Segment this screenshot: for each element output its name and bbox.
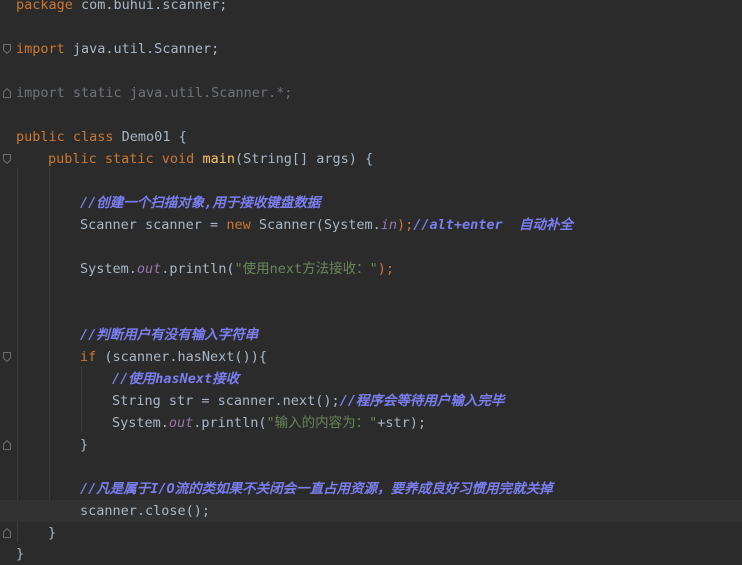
import-path: java.util.Scanner;	[64, 41, 220, 57]
code-editor[interactable]: package com.buhui.scanner; import java.u…	[0, 0, 742, 565]
package-name: com.buhui.scanner;	[72, 0, 228, 13]
main-method-name: main	[202, 151, 235, 167]
closing-brace: }	[80, 437, 89, 453]
code-line-class[interactable]: public class Demo01 {	[0, 126, 742, 148]
fold-end-icon[interactable]	[3, 528, 11, 538]
code-line-class-close[interactable]: }	[0, 543, 742, 565]
scanner-constructor: Scanner(System.	[250, 217, 381, 233]
scanner-close-call: scanner.close();	[80, 503, 211, 519]
str-declaration: String str = scanner.next();	[112, 393, 340, 409]
fold-end-icon[interactable]	[3, 440, 11, 450]
new-keyword: new	[226, 217, 251, 233]
code-line-main[interactable]: public static void main(String[] args) {	[0, 148, 742, 170]
fold-start-icon[interactable]	[3, 154, 11, 164]
system-out-field: out	[136, 261, 162, 277]
if-keyword: if	[80, 349, 97, 365]
code-line-if-close[interactable]: }	[0, 434, 742, 456]
code-line-import-static[interactable]: import static java.util.Scanner.*;	[0, 82, 742, 104]
code-line-close[interactable]: scanner.close();	[0, 500, 742, 522]
scanner-declaration: Scanner scanner =	[80, 217, 227, 233]
system-class: System.	[112, 415, 169, 431]
import-keyword: import	[16, 41, 65, 57]
fold-start-icon[interactable]	[3, 352, 11, 362]
main-modifiers: public static void	[48, 151, 195, 167]
code-line-str-decl[interactable]: String str = scanner.next();//程序会等待用户输入完…	[0, 390, 742, 412]
comment-wait-input: //程序会等待用户输入完毕	[339, 393, 505, 409]
println-call: .println(	[161, 261, 235, 277]
code-line-comment[interactable]: //使用hasNext接收	[0, 368, 742, 390]
code-line-comment[interactable]: //创建一个扫描对象,用于接收键盘数据	[0, 192, 742, 214]
code-line-println-2[interactable]: System.out.println("输入的内容为："+str);	[0, 412, 742, 434]
main-params: (String[] args) {	[234, 151, 374, 167]
closing-brace: }	[48, 525, 57, 541]
code-line-comment[interactable]: //判断用户有没有输入字符串	[0, 324, 742, 346]
comment-check-input: //判断用户有没有输入字符串	[80, 327, 259, 343]
closing-brace: }	[16, 546, 25, 562]
code-line-comment[interactable]: //凡是属于I/O流的类如果不关闭会一直占用资源，要养成良好习惯用完就关掉	[0, 478, 742, 500]
fold-start-icon[interactable]	[3, 44, 11, 54]
statement-end: );	[377, 261, 394, 277]
string-literal: "输入的内容为："	[266, 415, 378, 431]
system-out-field: out	[168, 415, 194, 431]
comment-close-resource: //凡是属于I/O流的类如果不关闭会一直占用资源，要养成良好习惯用完就关掉	[80, 481, 553, 497]
class-name: Demo01 {	[113, 129, 187, 145]
fold-end-icon[interactable]	[3, 88, 11, 98]
code-line-package[interactable]: package com.buhui.scanner;	[0, 0, 742, 16]
code-line-import[interactable]: import java.util.Scanner;	[0, 38, 742, 60]
concat-expression: +str);	[377, 415, 426, 431]
system-class: System.	[80, 261, 137, 277]
comment-create-scanner: //创建一个扫描对象,用于接收键盘数据	[80, 195, 321, 211]
println-call: .println(	[193, 415, 267, 431]
class-modifiers: public class	[16, 129, 114, 145]
if-condition: (scanner.hasNext()){	[96, 349, 267, 365]
code-line-scanner-decl[interactable]: Scanner scanner = new Scanner(System.in)…	[0, 214, 742, 236]
code-line-if[interactable]: if (scanner.hasNext()){	[0, 346, 742, 368]
comment-use-hasnext: //使用hasNext接收	[112, 371, 240, 387]
comment-autocomplete: //alt+enter 自动补全	[413, 217, 573, 233]
code-line-method-close[interactable]: }	[0, 522, 742, 544]
constructor-close: );	[397, 217, 414, 233]
code-line-println-1[interactable]: System.out.println("使用next方法接收：");	[0, 258, 742, 280]
system-in-field: in	[380, 217, 398, 233]
package-keyword: package	[16, 0, 73, 13]
string-literal: "使用next方法接收："	[234, 261, 378, 277]
unused-import: import static java.util.Scanner.*;	[16, 85, 293, 101]
